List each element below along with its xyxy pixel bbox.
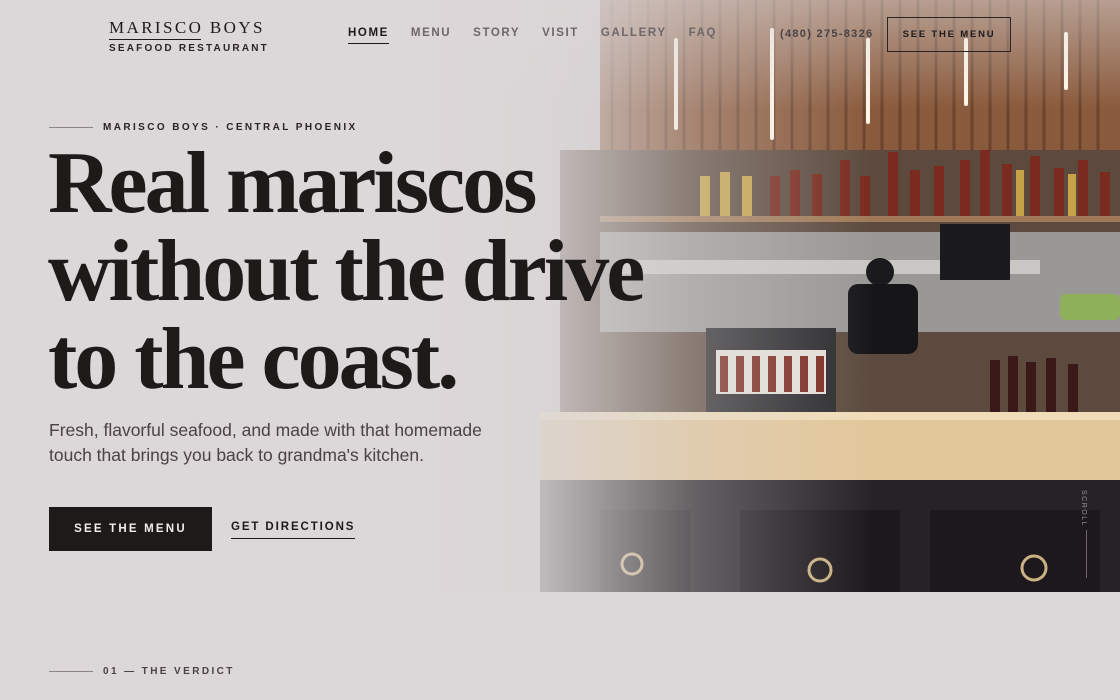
nav-item-gallery[interactable]: GALLERY (601, 27, 667, 44)
nav-item-menu[interactable]: MENU (411, 27, 451, 44)
hero-section: MARISCO BOYS SEAFOOD RESTAURANT HOME MEN… (0, 0, 1120, 592)
main-nav: HOME MENU STORY VISIT GALLERY FAQ (348, 27, 717, 44)
eyebrow-rule (49, 127, 93, 128)
headline-line-2: without the drive (48, 223, 645, 320)
scroll-label: SCROLL (1080, 490, 1087, 528)
nav-item-visit[interactable]: VISIT (542, 27, 579, 44)
phone-link[interactable]: (480) 275-8326 (780, 28, 873, 40)
brand-logo[interactable]: MARISCO BOYS SEAFOOD RESTAURANT (109, 18, 269, 54)
nav-item-home[interactable]: HOME (348, 27, 389, 44)
section-rule (49, 671, 93, 672)
headline-line-1: Real mariscos (48, 135, 537, 232)
header-see-menu-button[interactable]: SEE THE MENU (887, 17, 1011, 52)
brand-name: MARISCO BOYS (109, 18, 265, 37)
hero-headline: Real mariscos without the drive to the c… (48, 140, 688, 404)
nav-item-faq[interactable]: FAQ (689, 27, 717, 44)
section-label: 01 — THE VERDICT (103, 666, 235, 677)
scroll-line (1086, 530, 1087, 578)
hero-subtext: Fresh, flavorful seafood, and made with … (49, 420, 482, 465)
get-directions-link[interactable]: GET DIRECTIONS (231, 521, 356, 539)
headline-line-3: to the coast. (48, 311, 459, 408)
hero-eyebrow: MARISCO BOYS · CENTRAL PHOENIX (49, 122, 358, 133)
eyebrow-text: MARISCO BOYS · CENTRAL PHOENIX (103, 122, 358, 133)
brand-tagline: SEAFOOD RESTAURANT (109, 43, 269, 54)
scroll-indicator[interactable]: SCROLL (1080, 490, 1094, 578)
section-heading-verdict: 01 — THE VERDICT (49, 666, 235, 677)
brand-divider (109, 39, 201, 40)
nav-item-story[interactable]: STORY (473, 27, 520, 44)
hero-see-menu-button[interactable]: SEE THE MENU (49, 507, 212, 551)
